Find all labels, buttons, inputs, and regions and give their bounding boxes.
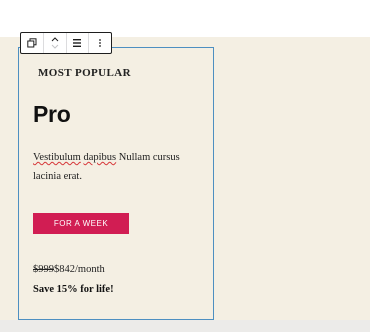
plan-description: Vestibulum dapibus Nullam cursus lacinia… <box>33 148 203 186</box>
editor-bottom-bar <box>0 320 370 332</box>
move-up-down-button[interactable] <box>44 33 67 53</box>
new-price: $842/month <box>54 264 105 275</box>
duplicate-icon <box>27 38 37 48</box>
block-toolbar <box>20 32 112 54</box>
old-price: $999 <box>33 264 54 275</box>
plan-name: Pro <box>33 101 71 127</box>
move-up-down-icon <box>51 37 58 49</box>
more-options-button[interactable] <box>89 33 111 53</box>
price-line: $999$842/month <box>33 264 105 275</box>
savings-text: Save 15% for life! <box>33 284 114 295</box>
more-options-icon <box>99 39 102 47</box>
align-button[interactable] <box>67 33 90 53</box>
duplicate-button[interactable] <box>21 33 44 53</box>
align-icon <box>73 39 82 47</box>
misspelled-word: Vestibulum <box>33 152 81 163</box>
cta-button[interactable]: FOR A WEEK <box>33 213 129 234</box>
misspelled-word: dapibus <box>83 152 117 163</box>
card-eyebrow: MOST POPULAR <box>38 67 131 79</box>
